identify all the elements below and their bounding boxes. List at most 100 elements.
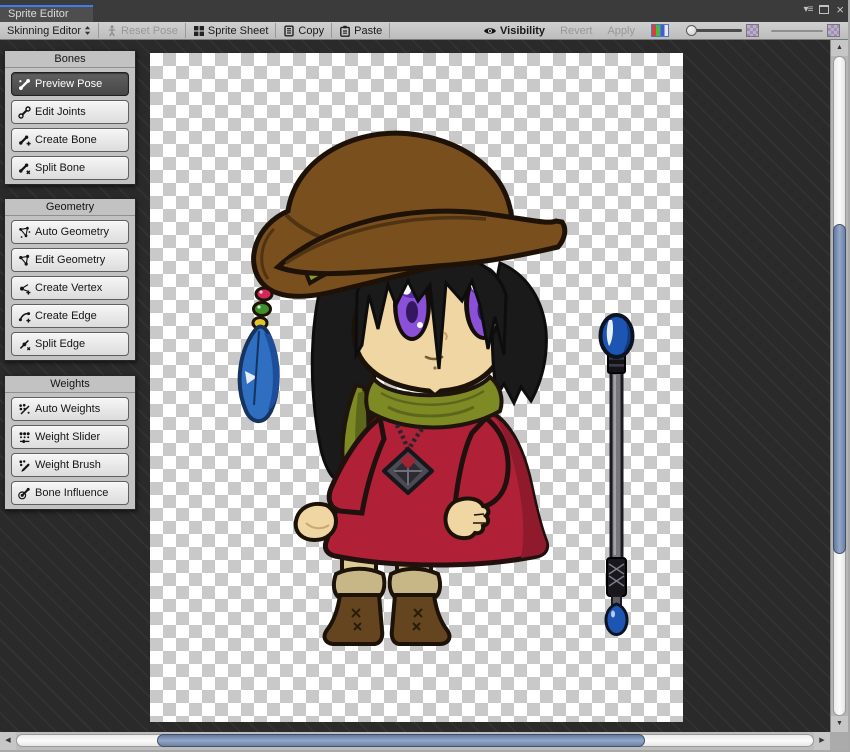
panel-bones: Bones Preview Pose Edit Joints Create Bo…: [4, 50, 136, 185]
panel-geometry: Geometry Auto Geometry Edit Geometry Cre…: [4, 198, 136, 361]
create-bone-button[interactable]: Create Bone: [11, 128, 129, 152]
auto-geometry-button[interactable]: Auto Geometry: [11, 220, 129, 244]
edit-joints-icon: [18, 105, 31, 119]
reset-pose-button[interactable]: Reset Pose: [99, 22, 185, 39]
apply-button[interactable]: Apply: [600, 25, 642, 37]
sprite-sheet-icon: [193, 25, 204, 36]
hat-bead-pink: [254, 286, 274, 302]
sprite-sheet-label: Sprite Sheet: [207, 24, 269, 37]
staff: [598, 313, 635, 637]
horizontal-scrollbar[interactable]: ◀ ▶: [0, 732, 830, 750]
button-label: Weight Slider: [35, 431, 101, 443]
staff-bottom-gem: [604, 602, 629, 637]
vertical-scroll-track[interactable]: [833, 56, 846, 716]
edit-joints-button[interactable]: Edit Joints: [11, 100, 129, 124]
bone-influence-icon: [18, 487, 30, 499]
button-label: Edit Joints: [35, 106, 86, 118]
create-edge-button[interactable]: Create Edge: [11, 304, 129, 328]
button-label: Preview Pose: [35, 78, 103, 90]
scroll-down-button[interactable]: ▼: [831, 716, 848, 732]
sprite-opacity-slider[interactable]: [771, 25, 823, 37]
scroll-up-button[interactable]: ▲: [831, 40, 848, 56]
vertical-scrollbar[interactable]: ▲ ▼: [830, 40, 848, 732]
alpha-checker-icon: [746, 24, 759, 37]
slider-knob[interactable]: [686, 24, 697, 36]
copy-label: Copy: [298, 24, 325, 37]
sprite-sheet-button[interactable]: Sprite Sheet: [186, 22, 276, 39]
auto-weights-icon: [19, 403, 30, 415]
window-menu-icon[interactable]: ▾≡: [804, 4, 814, 15]
canvas-viewport[interactable]: Bones Preview Pose Edit Joints Create Bo…: [0, 40, 830, 732]
weight-brush-button[interactable]: Weight Brush: [11, 453, 129, 477]
auto-weights-button[interactable]: Auto Weights: [11, 397, 129, 421]
bone-preview-icon: [19, 78, 30, 90]
paste-button[interactable]: Paste: [332, 22, 389, 39]
create-vertex-button[interactable]: Create Vertex: [11, 276, 129, 300]
hat-bead-green: [252, 301, 272, 317]
horizontal-scroll-track[interactable]: [16, 734, 814, 747]
paste-icon: [340, 25, 351, 37]
sprite-texture-area[interactable]: [150, 53, 683, 722]
horizontal-scroll-thumb[interactable]: [157, 734, 645, 747]
weight-slider-button[interactable]: Weight Slider: [11, 425, 129, 449]
panel-bones-title: Bones: [5, 51, 135, 68]
apply-label: Apply: [607, 24, 635, 37]
visibility-label: Visibility: [500, 24, 546, 37]
slider-track: [771, 29, 823, 32]
bone-opacity-slider[interactable]: [686, 24, 742, 37]
toolbar-separator: [389, 23, 391, 38]
reset-pose-icon: [108, 24, 116, 36]
toolbar-right-group: Visibility Revert Apply: [475, 22, 848, 39]
tab-label: Sprite Editor: [8, 8, 69, 20]
visibility-button[interactable]: Visibility: [476, 25, 552, 37]
maximize-icon[interactable]: [819, 5, 830, 14]
panel-weights: Weights Auto Weights Weight Slider Weigh…: [4, 375, 136, 510]
revert-button[interactable]: Revert: [553, 25, 599, 37]
titlebar: Sprite Editor ▾≡ ×: [0, 0, 848, 22]
copy-icon: [284, 25, 295, 37]
panel-weights-title: Weights: [5, 376, 135, 393]
split-edge-icon: [19, 339, 31, 350]
button-label: Split Edge: [35, 338, 86, 350]
vertical-scroll-thumb[interactable]: [833, 224, 846, 554]
create-bone-icon: [19, 135, 31, 146]
weight-brush-icon: [19, 459, 30, 472]
button-label: Create Vertex: [35, 282, 103, 294]
button-label: Create Edge: [35, 310, 97, 322]
boots: [322, 593, 452, 646]
revert-label: Revert: [560, 24, 593, 37]
edit-geometry-icon: [19, 254, 30, 266]
create-vertex-icon: [20, 283, 31, 295]
character-sprite[interactable]: [150, 53, 683, 722]
button-label: Create Bone: [35, 134, 97, 146]
scroll-left-button[interactable]: ◀: [0, 732, 16, 750]
scroll-right-button[interactable]: ▶: [814, 732, 830, 750]
alpha-checker-icon: [827, 24, 840, 37]
split-edge-button[interactable]: Split Edge: [11, 332, 129, 356]
color-channels-button[interactable]: [651, 24, 669, 37]
button-label: Bone Influence: [35, 487, 109, 499]
chin-dot: [433, 366, 437, 370]
reset-pose-label: Reset Pose: [121, 24, 178, 37]
weight-slider-icon: [19, 431, 30, 443]
split-bone-button[interactable]: Split Bone: [11, 156, 129, 180]
edit-geometry-button[interactable]: Edit Geometry: [11, 248, 129, 272]
button-label: Auto Geometry: [35, 226, 109, 238]
tab-sprite-editor[interactable]: Sprite Editor: [0, 5, 93, 22]
window-controls: ▾≡ ×: [804, 3, 844, 16]
panel-geometry-title: Geometry: [5, 199, 135, 216]
sprite-editor-window: Sprite Editor ▾≡ × Skinning Editor Reset…: [0, 0, 850, 752]
create-edge-icon: [18, 311, 31, 323]
close-icon[interactable]: ×: [836, 3, 844, 16]
bottom-bar: ◀ ▶: [0, 732, 848, 750]
scrollbar-corner: [830, 732, 848, 750]
button-label: Edit Geometry: [35, 254, 106, 266]
paste-label: Paste: [354, 24, 383, 37]
auto-geometry-icon: [19, 226, 31, 238]
copy-button[interactable]: Copy: [276, 22, 331, 39]
bone-influence-button[interactable]: Bone Influence: [11, 481, 129, 505]
eye-icon: [484, 27, 497, 34]
mode-dropdown[interactable]: Skinning Editor: [0, 22, 98, 39]
toolbar: Skinning Editor Reset Pose Sprite Sheet: [0, 22, 848, 40]
preview-pose-button[interactable]: Preview Pose: [11, 72, 129, 96]
